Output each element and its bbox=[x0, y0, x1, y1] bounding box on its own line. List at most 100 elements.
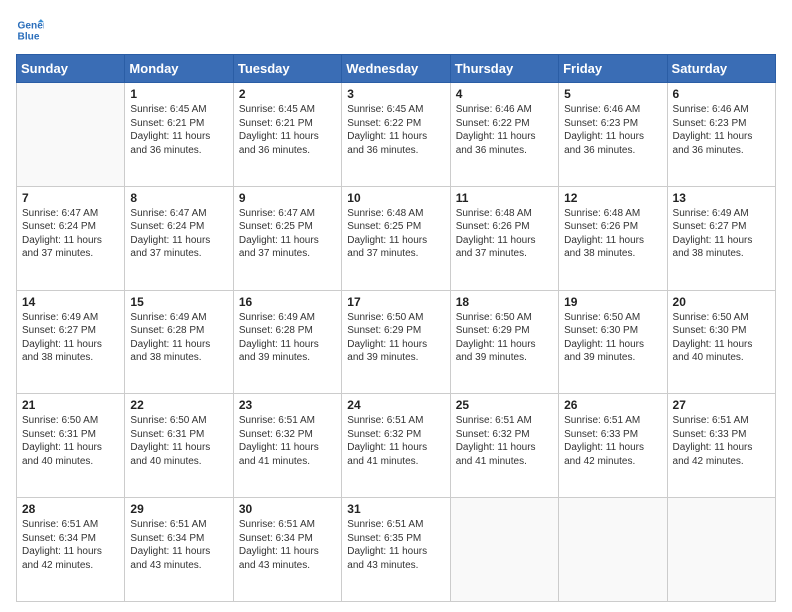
daylight-text: Daylight: 11 hours and 40 minutes. bbox=[673, 339, 753, 364]
calendar-cell bbox=[17, 83, 125, 187]
day-number: 25 bbox=[456, 398, 553, 412]
weekday-header-saturday: Saturday bbox=[667, 55, 775, 83]
sunset-text: Sunset: 6:24 PM bbox=[130, 221, 204, 232]
calendar-cell: 18Sunrise: 6:50 AMSunset: 6:29 PMDayligh… bbox=[450, 290, 558, 394]
day-number: 23 bbox=[239, 398, 336, 412]
daylight-text: Daylight: 11 hours and 40 minutes. bbox=[22, 442, 102, 467]
sunset-text: Sunset: 6:32 PM bbox=[239, 429, 313, 440]
day-number: 20 bbox=[673, 295, 770, 309]
sunrise-text: Sunrise: 6:47 AM bbox=[239, 208, 315, 219]
sunrise-text: Sunrise: 6:47 AM bbox=[130, 208, 206, 219]
day-info: Sunrise: 6:49 AMSunset: 6:27 PMDaylight:… bbox=[673, 207, 770, 261]
sunset-text: Sunset: 6:23 PM bbox=[673, 118, 747, 129]
daylight-text: Daylight: 11 hours and 38 minutes. bbox=[564, 235, 644, 260]
calendar-cell: 17Sunrise: 6:50 AMSunset: 6:29 PMDayligh… bbox=[342, 290, 450, 394]
sunrise-text: Sunrise: 6:49 AM bbox=[130, 312, 206, 323]
sunrise-text: Sunrise: 6:51 AM bbox=[673, 415, 749, 426]
day-info: Sunrise: 6:50 AMSunset: 6:29 PMDaylight:… bbox=[347, 311, 444, 365]
day-number: 7 bbox=[22, 191, 119, 205]
day-number: 28 bbox=[22, 502, 119, 516]
sunset-text: Sunset: 6:22 PM bbox=[347, 118, 421, 129]
calendar-cell: 3 Sunrise: 6:45 AMSunset: 6:22 PMDaylight… bbox=[342, 83, 450, 187]
calendar-cell: 6Sunrise: 6:46 AMSunset: 6:23 PMDaylight… bbox=[667, 83, 775, 187]
header: General Blue bbox=[16, 16, 776, 44]
sunrise-text: Sunrise: 6:48 AM bbox=[347, 208, 423, 219]
sunset-text: Sunset: 6:21 PM bbox=[130, 118, 204, 129]
day-number: 14 bbox=[22, 295, 119, 309]
daylight-text: Daylight: 11 hours and 41 minutes. bbox=[456, 442, 536, 467]
sunset-text: Sunset: 6:23 PM bbox=[564, 118, 638, 129]
sunrise-text: Sunrise: 6:51 AM bbox=[239, 415, 315, 426]
sunrise-text: Sunrise: 6:51 AM bbox=[347, 415, 423, 426]
calendar-cell: 11Sunrise: 6:48 AMSunset: 6:26 PMDayligh… bbox=[450, 186, 558, 290]
calendar-cell: 15 Sunrise: 6:49 AMSunset: 6:28 PMDayligh… bbox=[125, 290, 233, 394]
sunset-text: Sunset: 6:34 PM bbox=[239, 533, 313, 544]
daylight-text: Daylight: 11 hours and 39 minutes. bbox=[564, 339, 644, 364]
sunrise-text: Sunrise: 6:46 AM bbox=[673, 104, 749, 115]
day-number: 15 bbox=[130, 295, 227, 309]
sunset-text: Sunset: 6:24 PM bbox=[22, 221, 96, 232]
daylight-text: Daylight: 11 hours and 42 minutes. bbox=[564, 442, 644, 467]
day-info: Sunrise: 6:49 AMSunset: 6:27 PMDaylight:… bbox=[22, 311, 119, 365]
daylight-text: Daylight: 11 hours and 38 minutes. bbox=[22, 339, 102, 364]
daylight-text: Daylight: 11 hours and 36 minutes. bbox=[456, 131, 536, 156]
day-number: 11 bbox=[456, 191, 553, 205]
sunset-text: Sunset: 6:26 PM bbox=[564, 221, 638, 232]
day-info: Sunrise: 6:45 AMSunset: 6:21 PMDaylight:… bbox=[239, 103, 336, 157]
calendar-cell: 19Sunrise: 6:50 AMSunset: 6:30 PMDayligh… bbox=[559, 290, 667, 394]
sunrise-text: Sunrise: 6:46 AM bbox=[564, 104, 640, 115]
weekday-header-monday: Monday bbox=[125, 55, 233, 83]
sunset-text: Sunset: 6:32 PM bbox=[456, 429, 530, 440]
sunset-text: Sunset: 6:21 PM bbox=[239, 118, 313, 129]
day-number: 26 bbox=[564, 398, 661, 412]
calendar-cell bbox=[450, 498, 558, 602]
day-info: Sunrise: 6:51 AMSunset: 6:33 PMDaylight:… bbox=[564, 414, 661, 468]
day-number: 19 bbox=[564, 295, 661, 309]
sunset-text: Sunset: 6:33 PM bbox=[673, 429, 747, 440]
daylight-text: Daylight: 11 hours and 43 minutes. bbox=[130, 546, 210, 571]
calendar-cell: 1 Sunrise: 6:45 AMSunset: 6:21 PMDaylight… bbox=[125, 83, 233, 187]
calendar-cell: 10Sunrise: 6:48 AMSunset: 6:25 PMDayligh… bbox=[342, 186, 450, 290]
daylight-text: Daylight: 11 hours and 37 minutes. bbox=[239, 235, 319, 260]
daylight-text: Daylight: 11 hours and 43 minutes. bbox=[239, 546, 319, 571]
sunset-text: Sunset: 6:33 PM bbox=[564, 429, 638, 440]
day-info: Sunrise: 6:47 AMSunset: 6:25 PMDaylight:… bbox=[239, 207, 336, 261]
day-number: 13 bbox=[673, 191, 770, 205]
day-number: 3 bbox=[347, 87, 444, 101]
daylight-text: Daylight: 11 hours and 38 minutes. bbox=[130, 339, 210, 364]
calendar-cell: 5Sunrise: 6:46 AMSunset: 6:23 PMDaylight… bbox=[559, 83, 667, 187]
sunset-text: Sunset: 6:22 PM bbox=[456, 118, 530, 129]
calendar-header-row: SundayMondayTuesdayWednesdayThursdayFrid… bbox=[17, 55, 776, 83]
daylight-text: Daylight: 11 hours and 36 minutes. bbox=[347, 131, 427, 156]
day-info: Sunrise: 6:51 AMSunset: 6:32 PMDaylight:… bbox=[239, 414, 336, 468]
sunset-text: Sunset: 6:34 PM bbox=[22, 533, 96, 544]
daylight-text: Daylight: 11 hours and 39 minutes. bbox=[456, 339, 536, 364]
day-info: Sunrise: 6:48 AMSunset: 6:26 PMDaylight:… bbox=[564, 207, 661, 261]
sunrise-text: Sunrise: 6:50 AM bbox=[130, 415, 206, 426]
sunrise-text: Sunrise: 6:47 AM bbox=[22, 208, 98, 219]
day-info: Sunrise: 6:45 AMSunset: 6:22 PMDaylight:… bbox=[347, 103, 444, 157]
sunrise-text: Sunrise: 6:46 AM bbox=[456, 104, 532, 115]
day-info: Sunrise: 6:45 AMSunset: 6:21 PMDaylight:… bbox=[130, 103, 227, 157]
day-info: Sunrise: 6:50 AMSunset: 6:29 PMDaylight:… bbox=[456, 311, 553, 365]
day-info: Sunrise: 6:51 AMSunset: 6:35 PMDaylight:… bbox=[347, 518, 444, 572]
sunrise-text: Sunrise: 6:49 AM bbox=[673, 208, 749, 219]
weekday-header-sunday: Sunday bbox=[17, 55, 125, 83]
calendar-cell: 14 Sunrise: 6:49 AMSunset: 6:27 PMDayligh… bbox=[17, 290, 125, 394]
day-info: Sunrise: 6:47 AMSunset: 6:24 PMDaylight:… bbox=[130, 207, 227, 261]
day-info: Sunrise: 6:50 AMSunset: 6:31 PMDaylight:… bbox=[22, 414, 119, 468]
daylight-text: Daylight: 11 hours and 37 minutes. bbox=[456, 235, 536, 260]
day-number: 1 bbox=[130, 87, 227, 101]
day-info: Sunrise: 6:46 AMSunset: 6:23 PMDaylight:… bbox=[673, 103, 770, 157]
logo: General Blue bbox=[16, 16, 48, 44]
day-info: Sunrise: 6:50 AMSunset: 6:31 PMDaylight:… bbox=[130, 414, 227, 468]
calendar-table: SundayMondayTuesdayWednesdayThursdayFrid… bbox=[16, 54, 776, 602]
sunset-text: Sunset: 6:30 PM bbox=[564, 325, 638, 336]
sunrise-text: Sunrise: 6:50 AM bbox=[22, 415, 98, 426]
calendar-cell: 27Sunrise: 6:51 AMSunset: 6:33 PMDayligh… bbox=[667, 394, 775, 498]
calendar-cell: 16Sunrise: 6:49 AMSunset: 6:28 PMDayligh… bbox=[233, 290, 341, 394]
sunrise-text: Sunrise: 6:51 AM bbox=[456, 415, 532, 426]
day-info: Sunrise: 6:49 AMSunset: 6:28 PMDaylight:… bbox=[130, 311, 227, 365]
calendar-cell: 30Sunrise: 6:51 AMSunset: 6:34 PMDayligh… bbox=[233, 498, 341, 602]
day-info: Sunrise: 6:51 AMSunset: 6:33 PMDaylight:… bbox=[673, 414, 770, 468]
